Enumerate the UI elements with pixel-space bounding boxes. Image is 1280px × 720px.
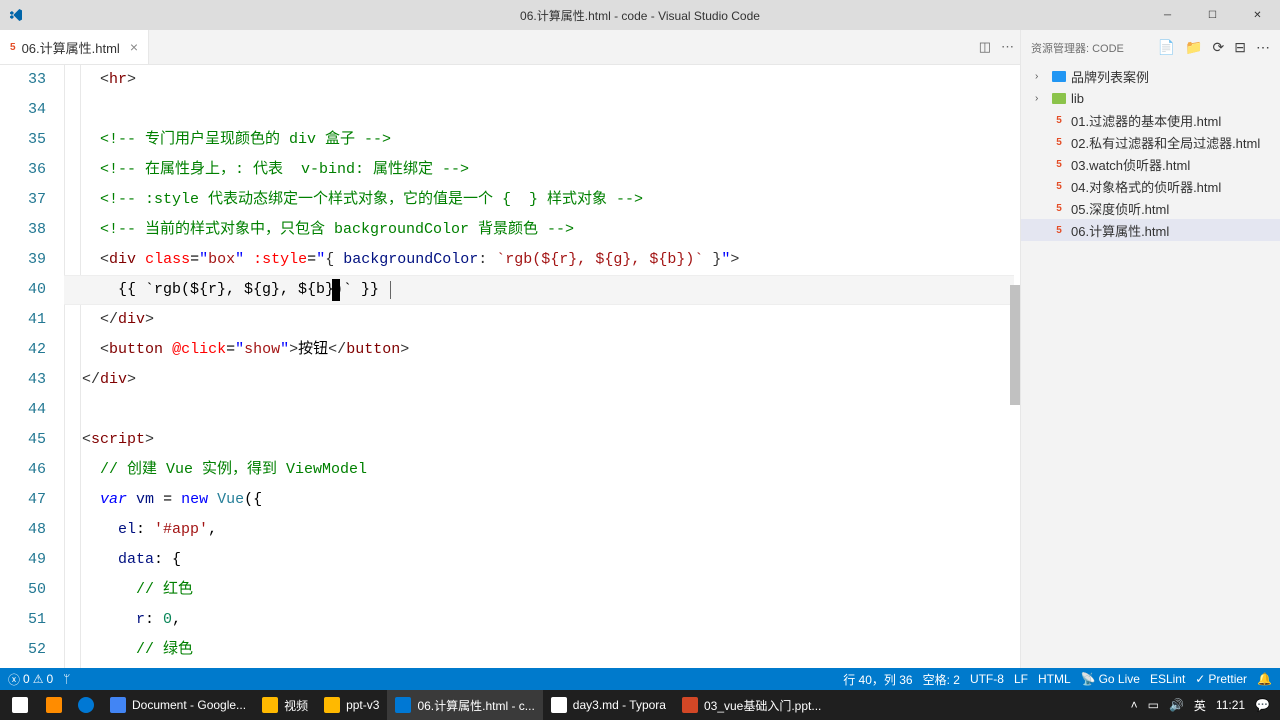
taskbar-app-label: Document - Google... — [132, 698, 246, 712]
tray-volume-icon[interactable]: 🔊 — [1169, 698, 1184, 712]
taskbar-app-label: ppt-v3 — [346, 698, 379, 712]
taskbar-app[interactable]: 视频 — [254, 690, 316, 720]
taskbar-everything[interactable] — [38, 690, 70, 720]
file-tree: › 品牌列表案例 › lib ›501.过滤器的基本使用.html›502.私有过滤器和… — [1021, 65, 1280, 668]
close-button[interactable]: ✕ — [1235, 0, 1280, 30]
minimize-button[interactable]: ─ — [1145, 0, 1190, 30]
tree-item-label: 05.深度侦听.html — [1071, 199, 1169, 218]
tab-active[interactable]: 5 06.计算属性.html × — [0, 30, 149, 64]
html5-icon: 5 — [10, 42, 16, 53]
taskbar-app-label: 03_vue基础入门.ppt... — [704, 697, 821, 714]
more-icon[interactable]: ⋯ — [1256, 39, 1270, 56]
html5-icon: 5 — [1051, 112, 1067, 128]
split-editor-icon[interactable]: ◫ — [979, 39, 991, 55]
tree-item[interactable]: ›501.过滤器的基本使用.html — [1021, 109, 1280, 131]
status-bar: ⓧ 0 ⚠ 0 ᛘ 行 40，列 36 空格: 2 UTF-8 LF HTML … — [0, 668, 1280, 690]
maximize-button[interactable]: ☐ — [1190, 0, 1235, 30]
taskbar-app[interactable]: ppt-v3 — [316, 690, 387, 720]
app-icon — [682, 697, 698, 713]
app-icon — [551, 697, 567, 713]
title-bar: 06.计算属性.html - code - Visual Studio Code… — [0, 0, 1280, 30]
tree-item[interactable]: › lib — [1021, 87, 1280, 109]
refresh-icon[interactable]: ⟳ — [1213, 39, 1225, 56]
taskbar-app[interactable]: 03_vue基础入门.ppt... — [674, 690, 829, 720]
tree-item[interactable]: ›505.深度侦听.html — [1021, 197, 1280, 219]
app-icon — [262, 697, 278, 713]
line-number-gutter: 3334353637383940414243444546474849505152… — [0, 65, 64, 668]
tray-chevron-icon[interactable]: ˄ — [1131, 698, 1138, 712]
status-encoding[interactable]: UTF-8 — [970, 672, 1004, 686]
explorer-sidebar: 资源管理器: CODE 📄 📁 ⟳ ⊟ ⋯ › 品牌列表案例 › lib ›501.过滤… — [1020, 30, 1280, 668]
editor-scrollbar[interactable] — [1006, 65, 1020, 668]
text-cursor — [332, 279, 340, 301]
status-line-col[interactable]: 行 40，列 36 — [843, 671, 912, 688]
html5-icon: 5 — [1051, 200, 1067, 216]
tree-item[interactable]: › 品牌列表案例 — [1021, 65, 1280, 87]
folder-icon — [1051, 90, 1067, 106]
tray-ime[interactable]: 英 — [1194, 697, 1206, 714]
tree-item-label: 品牌列表案例 — [1071, 67, 1149, 86]
app-icon — [110, 697, 126, 713]
app-icon — [395, 697, 411, 713]
code-editor[interactable]: 3334353637383940414243444546474849505152… — [0, 65, 1020, 668]
start-button[interactable] — [2, 690, 38, 720]
main: 5 06.计算属性.html × ◫ ⋯ 3334353637383940414… — [0, 30, 1280, 668]
folder-icon — [1051, 68, 1067, 84]
tree-item-label: lib — [1071, 91, 1084, 106]
status-golive[interactable]: 📡 Go Live — [1081, 672, 1140, 686]
tree-item[interactable]: ›506.计算属性.html — [1021, 219, 1280, 241]
status-ports[interactable]: ᛘ — [63, 672, 70, 686]
chevron-right-icon: › — [1035, 93, 1047, 104]
tree-item-label: 06.计算属性.html — [1071, 221, 1169, 240]
html5-icon: 5 — [1051, 156, 1067, 172]
more-actions-icon[interactable]: ⋯ — [1001, 39, 1014, 55]
status-prettier[interactable]: ✓ Prettier — [1195, 672, 1247, 686]
status-spaces[interactable]: 空格: 2 — [923, 671, 960, 688]
tree-item-label: 03.watch侦听器.html — [1071, 155, 1190, 174]
tree-item-label: 04.对象格式的侦听器.html — [1071, 177, 1221, 196]
new-folder-icon[interactable]: 📁 — [1185, 39, 1202, 56]
html5-icon: 5 — [1051, 178, 1067, 194]
code-content[interactable]: <hr> <!-- 专门用户呈现颜色的 div 盒子 --> <!-- 在属性身… — [64, 65, 1020, 668]
windows-taskbar: Document - Google... 视频 ppt-v3 06.计算属性.html… — [0, 690, 1280, 720]
tree-item-label: 02.私有过滤器和全局过滤器.html — [1071, 133, 1260, 152]
tree-item[interactable]: ›504.对象格式的侦听器.html — [1021, 175, 1280, 197]
status-problems[interactable]: ⓧ 0 ⚠ 0 — [8, 671, 53, 688]
app-icon — [324, 697, 340, 713]
status-lang[interactable]: HTML — [1038, 672, 1071, 686]
tray-time[interactable]: 11:21 — [1216, 698, 1245, 712]
status-notifications-icon[interactable]: 🔔 — [1257, 672, 1272, 686]
taskbar-app[interactable]: Document - Google... — [102, 690, 254, 720]
taskbar-app[interactable]: 06.计算属性.html - c... — [387, 690, 542, 720]
tree-item[interactable]: ›503.watch侦听器.html — [1021, 153, 1280, 175]
status-eol[interactable]: LF — [1014, 672, 1028, 686]
tab-label: 06.计算属性.html — [22, 38, 120, 57]
collapse-icon[interactable]: ⊟ — [1234, 39, 1246, 56]
taskbar-app-label: 视频 — [284, 697, 308, 714]
html5-icon: 5 — [1051, 134, 1067, 150]
tree-item[interactable]: ›502.私有过滤器和全局过滤器.html — [1021, 131, 1280, 153]
taskbar-app-label: day3.md - Typora — [573, 698, 666, 712]
new-file-icon[interactable]: 📄 — [1158, 39, 1175, 56]
taskbar-app[interactable]: day3.md - Typora — [543, 690, 674, 720]
chevron-right-icon: › — [1035, 71, 1047, 82]
tray-network-icon[interactable]: ▭ — [1148, 698, 1159, 712]
editor-area: 5 06.计算属性.html × ◫ ⋯ 3334353637383940414… — [0, 30, 1020, 668]
status-eslint[interactable]: ESLint — [1150, 672, 1185, 686]
vscode-icon — [8, 7, 24, 23]
tab-bar: 5 06.计算属性.html × ◫ ⋯ — [0, 30, 1020, 65]
tray-notifications-icon[interactable]: 💬 — [1255, 698, 1270, 712]
taskbar-edge[interactable] — [70, 690, 102, 720]
explorer-title: 资源管理器: CODE — [1031, 40, 1124, 56]
tree-item-label: 01.过滤器的基本使用.html — [1071, 111, 1221, 130]
html5-icon: 5 — [1051, 222, 1067, 238]
taskbar-app-label: 06.计算属性.html - c... — [417, 697, 534, 714]
window-title: 06.计算属性.html - code - Visual Studio Code — [520, 7, 760, 24]
tab-close-icon[interactable]: × — [130, 39, 138, 55]
